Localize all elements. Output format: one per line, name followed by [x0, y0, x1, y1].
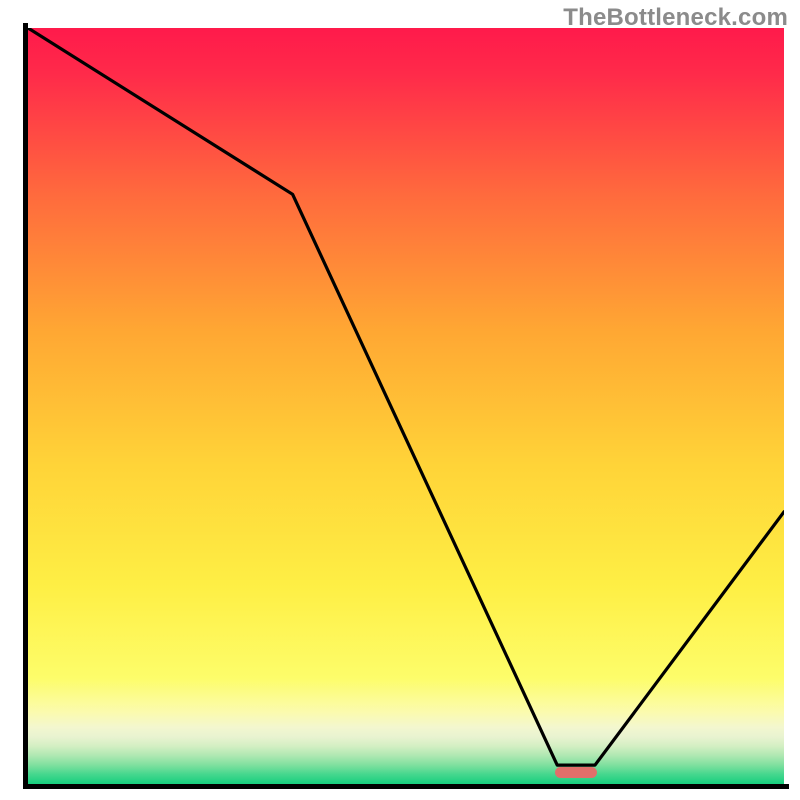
chart-stage: TheBottleneck.com — [0, 0, 800, 800]
plot-area — [28, 28, 784, 784]
optimal-marker-pill — [555, 767, 597, 778]
watermark-text: TheBottleneck.com — [563, 4, 788, 32]
axis-frame-bottom — [23, 784, 789, 789]
axis-frame-left — [23, 23, 28, 789]
